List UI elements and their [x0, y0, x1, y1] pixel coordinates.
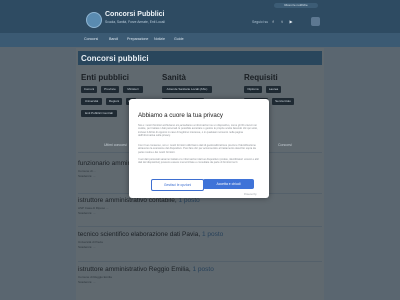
chip-asl-sanita[interactable]: Aziende Sanitarie Locali (ASL): [162, 86, 212, 93]
chip-senza-titolo[interactable]: Senza titolo: [272, 98, 294, 105]
facebook-icon[interactable]: f: [270, 19, 276, 25]
tab-concorsi[interactable]: Concorsi: [278, 143, 292, 147]
main-nav: [0, 33, 400, 47]
chip-laurea[interactable]: Laurea: [266, 86, 281, 93]
listing-posts-link: 1 posto: [178, 197, 200, 204]
listing-posts-link: 1 posto: [201, 231, 224, 238]
chip-regioni[interactable]: Regioni: [106, 98, 122, 105]
section-heading-requisiti: Requisiti: [244, 73, 278, 82]
list-item[interactable]: istruttore amministrativo Reggio Emilia,…: [78, 261, 322, 298]
notifications-button[interactable]: Ricevi le notifiche: [274, 3, 318, 8]
listing-title[interactable]: tecnico scientifico elaborazione dati Pa…: [78, 231, 223, 238]
listing-deadline: Scadenza: ...: [78, 245, 96, 249]
listing-deadline: Scadenza: ...: [78, 211, 96, 215]
powered-by-label: Powered by: [244, 193, 257, 196]
logo-icon[interactable]: [86, 12, 102, 28]
chip-enti-centrali[interactable]: Enti Pubblici Centrali: [81, 110, 117, 117]
tab-ultimi[interactable]: Ultimi concorsi: [104, 143, 127, 147]
listing-meta: ASP Casa di Riposo ...: [78, 206, 109, 210]
listing-deadline: Scadenza: ...: [78, 280, 96, 284]
chip-comuni[interactable]: Comuni: [81, 86, 97, 93]
consent-paragraph: Con il tuo consenso, noi e i nostri forn…: [138, 144, 256, 154]
listing-meta: Comune di ...: [78, 169, 96, 173]
listing-deadline: Scadenza: ...: [78, 174, 96, 178]
manage-options-button[interactable]: Gestisci le opzioni: [151, 179, 204, 191]
site-header: Concorsi Pubblici Scuola, Sanità, Forze …: [0, 0, 400, 33]
accept-close-button[interactable]: Accetta e chiudi: [203, 179, 254, 189]
chip-province[interactable]: Province: [101, 86, 119, 93]
listing-posts-link: 1 posto: [192, 266, 214, 273]
modal-title: Abbiamo a cuore la tua privacy: [138, 112, 223, 119]
nav-item-preparazione[interactable]: Preparazione: [127, 37, 148, 41]
search-icon[interactable]: [311, 17, 320, 26]
consent-paragraph: I tuoi dati personali saranno trattati e…: [138, 158, 259, 165]
consent-paragraph: Noi e i nostri fornitori archiviamo e/o …: [138, 124, 258, 137]
listing-title[interactable]: istruttore amministrativo contabile, 1 p…: [78, 197, 200, 204]
nav-item-concorsi[interactable]: Concorsi: [84, 37, 98, 41]
nav-item-bandi[interactable]: Bandi: [109, 37, 118, 41]
chip-diploma[interactable]: Diploma: [244, 86, 262, 93]
listing-meta: Comune di Reggio Emilia: [78, 275, 112, 279]
site-subtitle: Scuola, Sanità, Forze Armate, Enti Local…: [105, 20, 165, 24]
youtube-icon[interactable]: ▶: [288, 19, 294, 25]
listing-meta: Università di Pavia: [78, 240, 103, 244]
section-heading-sanita: Sanità: [162, 73, 187, 82]
twitter-icon[interactable]: t: [279, 19, 285, 25]
chip-universita[interactable]: Università: [81, 98, 102, 105]
section-heading-enti: Enti pubblici: [81, 73, 129, 82]
listing-title[interactable]: istruttore amministrativo Reggio Emilia,…: [78, 266, 214, 273]
follow-label: Seguici su: [252, 20, 269, 24]
chip-ministeri[interactable]: Ministeri: [123, 86, 143, 93]
privacy-consent-modal: Abbiamo a cuore la tua privacy Noi e i n…: [129, 99, 269, 198]
page-title: Concorsi pubblici: [81, 54, 149, 63]
nav-item-guide[interactable]: Guide: [174, 37, 184, 41]
list-item[interactable]: tecnico scientifico elaborazione dati Pa…: [78, 226, 322, 257]
site-title[interactable]: Concorsi Pubblici: [105, 11, 165, 18]
nav-item-notizie[interactable]: Notizie: [154, 37, 165, 41]
